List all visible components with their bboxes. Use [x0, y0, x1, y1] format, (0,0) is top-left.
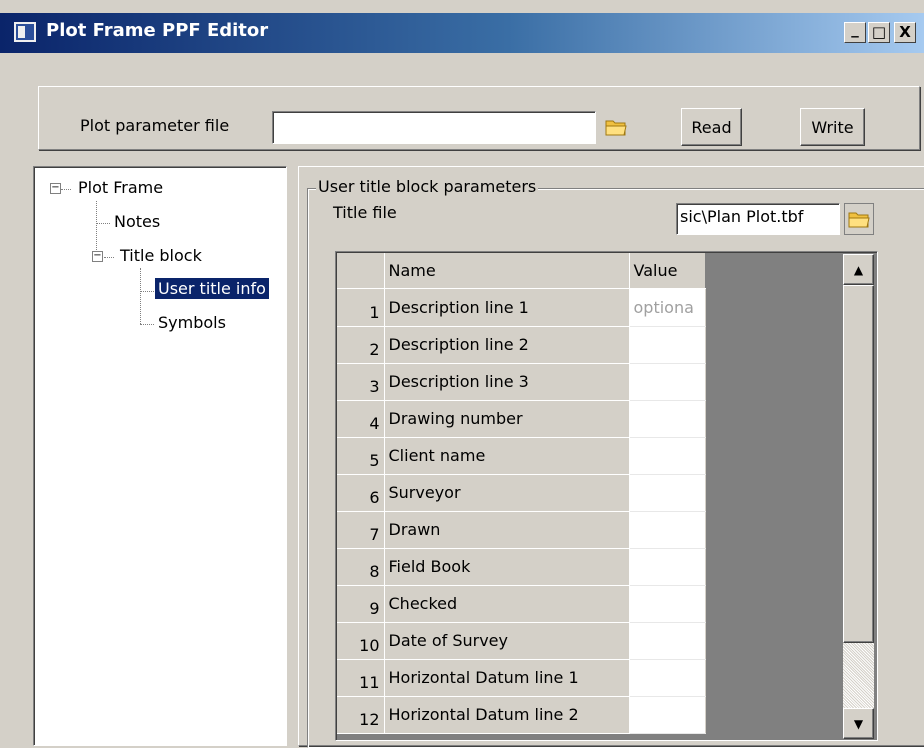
- arrow-up-icon: ▲: [853, 262, 864, 277]
- row-value-cell[interactable]: [629, 400, 706, 438]
- row-name-cell[interactable]: Description line 1: [384, 289, 630, 327]
- title-file-input[interactable]: sic\Plan Plot.tbf: [676, 203, 840, 235]
- parameters-grid[interactable]: Name Value 1 Description line 1 optiona 2 De…: [335, 251, 878, 741]
- row-number: 8: [337, 548, 385, 586]
- group-title: User title block parameters: [316, 177, 539, 196]
- minimize-button[interactable]: _: [844, 22, 866, 43]
- tree-connector: [96, 223, 110, 224]
- table-row[interactable]: 12 Horizontal Datum line 2: [337, 696, 706, 734]
- close-button[interactable]: X: [894, 22, 916, 43]
- row-number: 12: [337, 696, 385, 734]
- table-row[interactable]: 3 Description line 3: [337, 363, 706, 401]
- row-value-cell[interactable]: [629, 363, 706, 401]
- table-row[interactable]: 7 Drawn: [337, 511, 706, 549]
- tree-panel[interactable]: − Plot Frame Notes − Title block User ti…: [33, 166, 287, 746]
- window-title: Plot Frame PPF Editor: [46, 20, 269, 41]
- table-row[interactable]: 8 Field Book: [337, 548, 706, 586]
- scroll-down-button[interactable]: ▼: [843, 708, 874, 739]
- row-value-cell[interactable]: [629, 326, 706, 364]
- ppf-label: Plot parameter file: [80, 116, 230, 135]
- column-header-name[interactable]: Name: [384, 253, 630, 289]
- tree-item-notes[interactable]: Notes: [114, 212, 160, 231]
- row-value-cell[interactable]: [629, 548, 706, 586]
- row-name-cell[interactable]: Field Book: [384, 548, 630, 586]
- row-name-cell[interactable]: Description line 3: [384, 363, 630, 401]
- row-number: 7: [337, 511, 385, 549]
- table-row[interactable]: 4 Drawing number: [337, 400, 706, 438]
- scroll-up-button[interactable]: ▲: [843, 254, 874, 285]
- row-number: 9: [337, 585, 385, 623]
- minimize-icon: _: [851, 20, 859, 38]
- tree-connector: [61, 189, 71, 190]
- row-value-cell[interactable]: [629, 474, 706, 512]
- row-name-cell[interactable]: Date of Survey: [384, 622, 630, 660]
- tree-connector: [140, 268, 141, 324]
- tree-connector: [104, 257, 114, 258]
- grid-corner: [337, 253, 385, 289]
- row-number: 6: [337, 474, 385, 512]
- scroll-thumb[interactable]: [843, 285, 874, 643]
- row-value-cell[interactable]: [629, 622, 706, 660]
- folder-icon: [605, 120, 627, 136]
- table-row[interactable]: 2 Description line 2: [337, 326, 706, 364]
- row-name-cell[interactable]: Horizontal Datum line 1: [384, 659, 630, 697]
- folder-icon: [848, 212, 870, 228]
- row-number: 2: [337, 326, 385, 364]
- table-row[interactable]: 5 Client name: [337, 437, 706, 475]
- tree-connector: [140, 291, 154, 292]
- row-number: 11: [337, 659, 385, 697]
- row-value-cell[interactable]: optiona: [629, 289, 706, 327]
- table-row[interactable]: 10 Date of Survey: [337, 622, 706, 660]
- app-icon: [14, 22, 36, 42]
- row-number: 4: [337, 400, 385, 438]
- title-file-label: Title file: [333, 203, 397, 222]
- row-value-cell[interactable]: [629, 511, 706, 549]
- row-value-cell[interactable]: [629, 659, 706, 697]
- read-button[interactable]: Read: [681, 108, 742, 146]
- row-number: 3: [337, 363, 385, 401]
- collapse-icon[interactable]: −: [92, 251, 103, 262]
- grid-scrollbar[interactable]: ▲ ▼: [843, 254, 874, 739]
- row-value-cell[interactable]: [629, 696, 706, 734]
- table-row[interactable]: 11 Horizontal Datum line 1: [337, 659, 706, 697]
- title-file-value: sic\Plan Plot.tbf: [680, 207, 804, 226]
- row-number: 5: [337, 437, 385, 475]
- close-icon: X: [899, 23, 911, 41]
- tree-connector: [140, 324, 154, 325]
- collapse-icon[interactable]: −: [50, 183, 61, 194]
- table-row[interactable]: 6 Surveyor: [337, 474, 706, 512]
- row-name-cell[interactable]: Description line 2: [384, 326, 630, 364]
- write-button[interactable]: Write: [800, 108, 865, 146]
- scroll-track[interactable]: [843, 643, 874, 708]
- row-name-cell[interactable]: Surveyor: [384, 474, 630, 512]
- ppf-input[interactable]: [272, 111, 596, 144]
- tree-item-user-title-info[interactable]: User title info: [155, 278, 269, 299]
- grid-header-row: Name Value: [337, 253, 706, 289]
- arrow-down-icon: ▼: [853, 716, 864, 731]
- tree-item-symbols[interactable]: Symbols: [158, 313, 226, 332]
- maximize-button[interactable]: □: [868, 22, 890, 43]
- column-header-value[interactable]: Value: [629, 253, 706, 289]
- row-value-cell[interactable]: [629, 437, 706, 475]
- row-number: 1: [337, 289, 385, 327]
- title-bar[interactable]: Plot Frame PPF Editor _ □ X: [0, 13, 924, 53]
- tree-item-title-block[interactable]: Title block: [120, 246, 202, 265]
- row-name-cell[interactable]: Drawn: [384, 511, 630, 549]
- title-file-browse-button[interactable]: [844, 203, 874, 235]
- row-number: 10: [337, 622, 385, 660]
- table-row[interactable]: 1 Description line 1 optiona: [337, 289, 706, 327]
- tree-item-plot-frame[interactable]: Plot Frame: [78, 178, 163, 197]
- table-row[interactable]: 9 Checked: [337, 585, 706, 623]
- row-name-cell[interactable]: Horizontal Datum line 2: [384, 696, 630, 734]
- row-name-cell[interactable]: Checked: [384, 585, 630, 623]
- row-name-cell[interactable]: Client name: [384, 437, 630, 475]
- maximize-icon: □: [871, 23, 887, 41]
- row-name-cell[interactable]: Drawing number: [384, 400, 630, 438]
- row-value-cell[interactable]: [629, 585, 706, 623]
- ppf-browse-button[interactable]: [601, 111, 631, 143]
